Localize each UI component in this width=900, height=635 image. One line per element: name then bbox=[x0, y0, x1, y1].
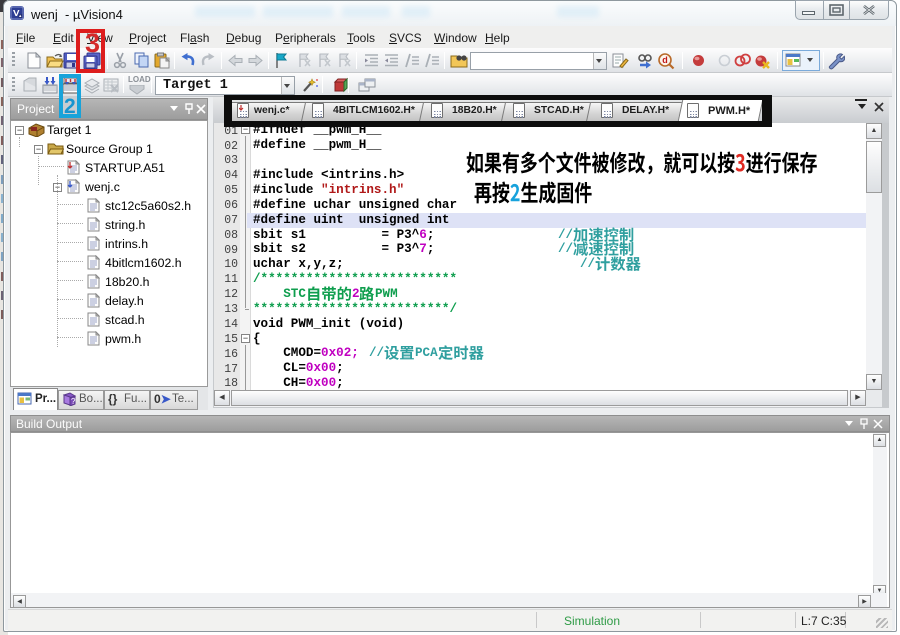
svg-text:d: d bbox=[662, 55, 668, 65]
svg-text:?: ? bbox=[71, 397, 76, 406]
